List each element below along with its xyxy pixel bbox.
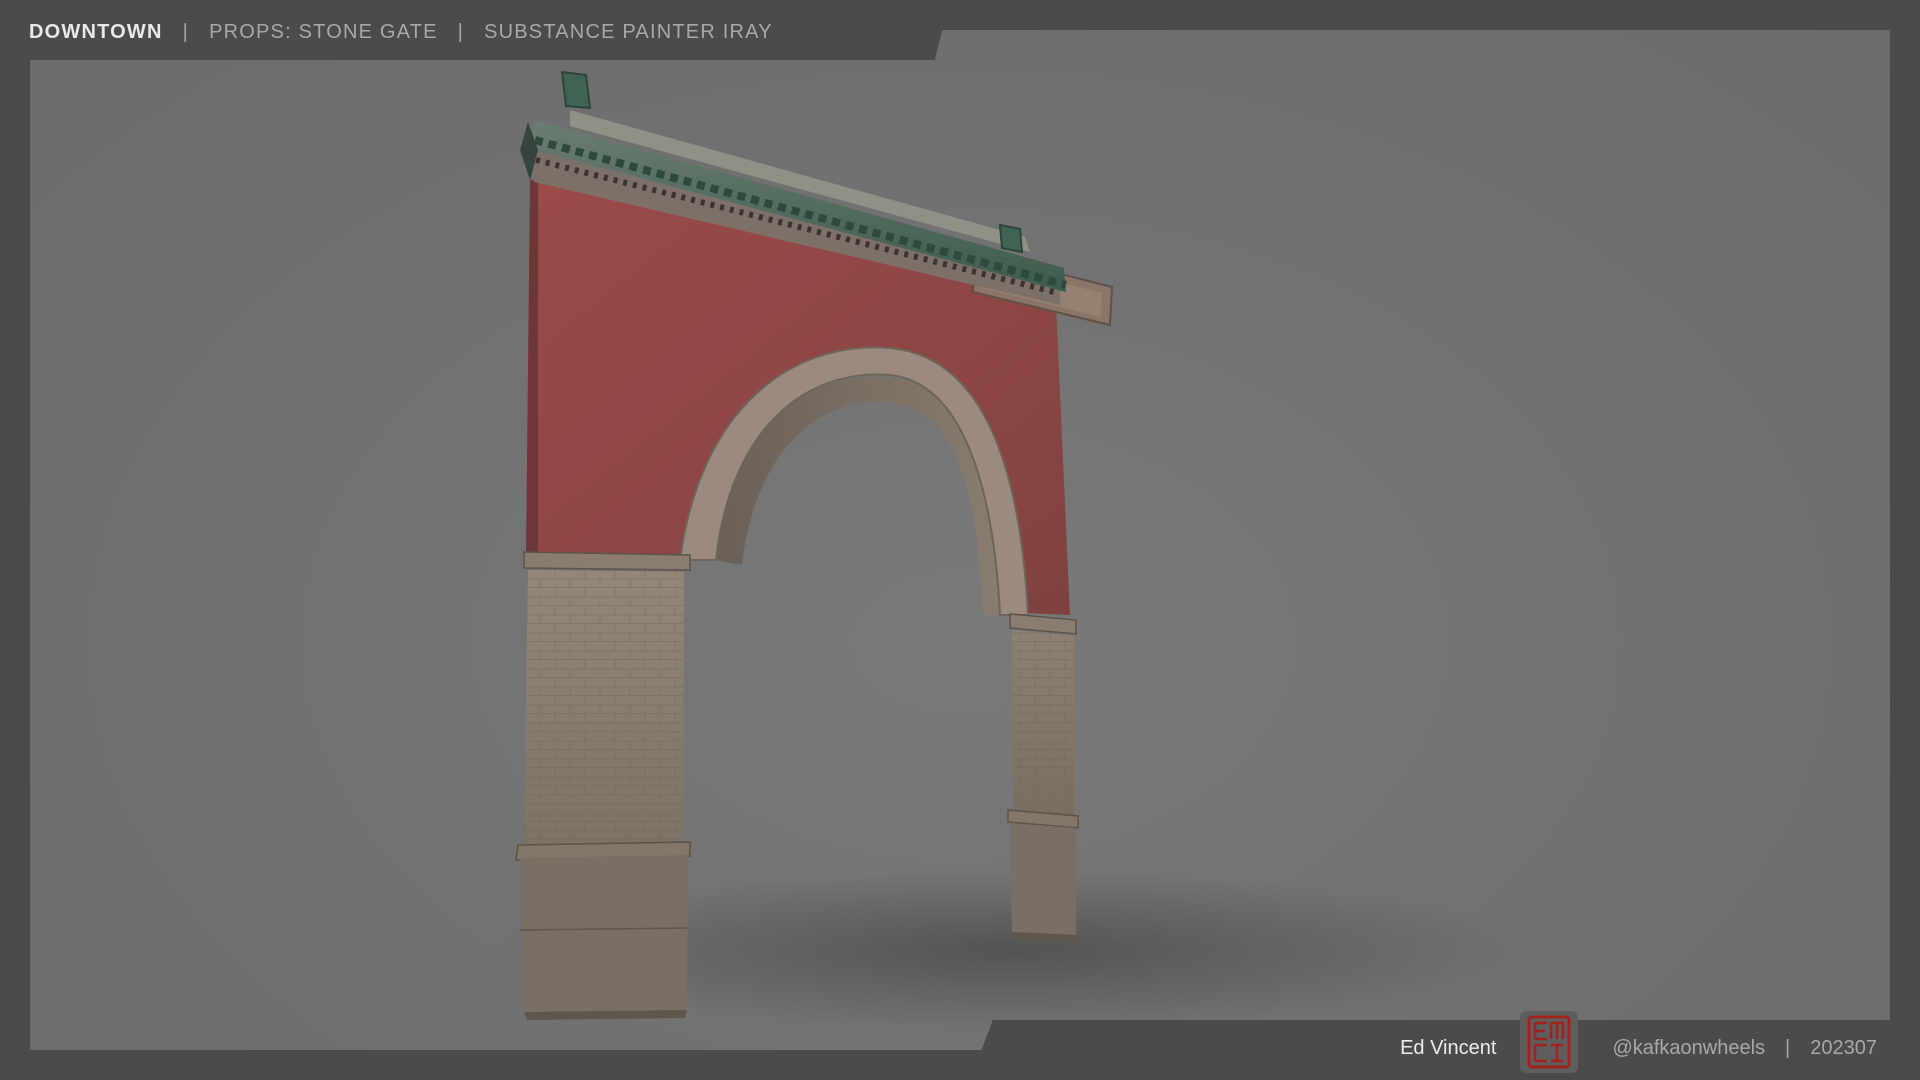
left-pillar bbox=[515, 551, 691, 1020]
wall-side bbox=[526, 180, 538, 555]
date-code: 202307 bbox=[1810, 1036, 1877, 1059]
right-pillar bbox=[1007, 613, 1079, 942]
credits-footer: Ed Vincent @kafkaonwheels | 202307 bbox=[1400, 1011, 1877, 1073]
render-engine: SUBSTANCE PAINTER IRAY bbox=[484, 20, 773, 43]
stone-gate-render bbox=[490, 70, 1530, 1030]
header-bar-cap bbox=[940, 0, 1920, 30]
footer-separator: | bbox=[1785, 1036, 1791, 1059]
seal-logo-icon bbox=[1520, 1011, 1579, 1073]
project-title: DOWNTOWN bbox=[29, 20, 163, 43]
title-header: DOWNTOWN | PROPS: STONE GATE | SUBSTANCE… bbox=[29, 18, 773, 46]
header-separator: | bbox=[457, 20, 465, 43]
render-viewport bbox=[30, 30, 1890, 1050]
author-name: Ed Vincent bbox=[1400, 1036, 1497, 1059]
social-handle: @kafkaonwheels bbox=[1612, 1036, 1766, 1059]
footer-bar-cap bbox=[0, 1050, 1000, 1080]
render-frame: DOWNTOWN | PROPS: STONE GATE | SUBSTANCE… bbox=[0, 0, 1920, 1080]
asset-category: PROPS: STONE GATE bbox=[209, 20, 438, 43]
header-separator: | bbox=[182, 20, 190, 43]
